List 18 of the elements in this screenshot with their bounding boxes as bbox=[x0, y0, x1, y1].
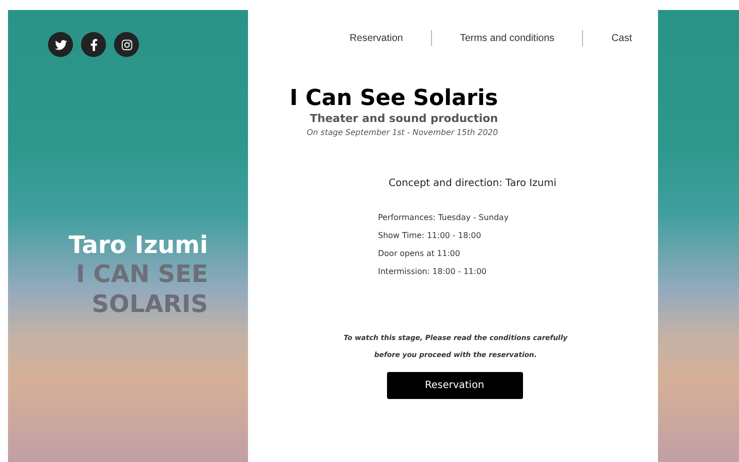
credit-text: Concept and direction: Taro Izumi bbox=[388, 177, 556, 191]
reservation-button[interactable]: Reservation bbox=[386, 372, 522, 399]
show-dates: On stage September 1st - November 15th 2020 bbox=[306, 127, 498, 139]
show-title: SOLARIS bbox=[92, 289, 208, 319]
hero-subtitle: Theater and sound production bbox=[310, 112, 498, 126]
nav-link[interactable]: Cast bbox=[611, 30, 632, 46]
nav-link[interactable]: Terms and conditions bbox=[460, 30, 554, 46]
show-title: I CAN SEE bbox=[76, 259, 208, 289]
schedule-line: Intermission: 18:00 - 11:00 bbox=[378, 266, 488, 278]
hero-title: I Can See Solaris bbox=[290, 86, 498, 112]
twitter-bird-icon[interactable] bbox=[48, 32, 73, 57]
schedule-line: Show Time: 11:00 - 18:00 bbox=[378, 230, 482, 242]
facebook-f-icon[interactable] bbox=[81, 32, 106, 57]
nav-link[interactable]: Reservation bbox=[350, 30, 403, 46]
artist-name: Taro Izumi bbox=[68, 231, 208, 259]
schedule-line: Door opens at 11:00 bbox=[378, 248, 462, 260]
camera-icon[interactable] bbox=[114, 32, 139, 57]
schedule-line: Performances: Tuesday - Sunday bbox=[378, 212, 510, 224]
